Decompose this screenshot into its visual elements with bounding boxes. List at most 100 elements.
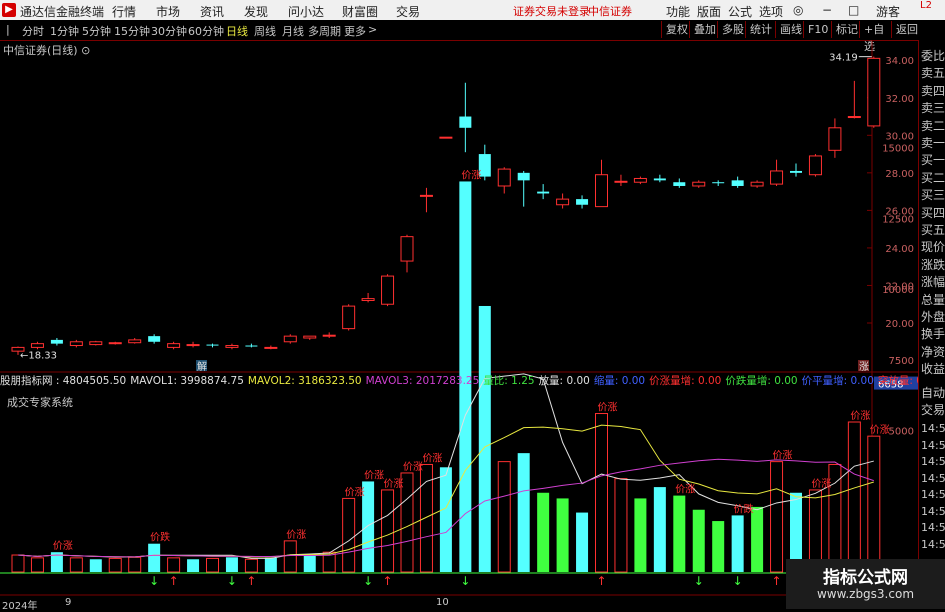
btn-tongji[interactable]: 统计 — [745, 21, 776, 38]
quote-field-label[interactable]: 买四 — [921, 205, 945, 222]
period-more[interactable]: 更多 — [344, 23, 366, 39]
menu-wenxiaoda[interactable]: 问小达 — [288, 3, 324, 20]
candle-body — [148, 336, 161, 342]
quote-field-label[interactable]: 总量 — [921, 292, 945, 309]
menu-zixun[interactable]: 资讯 — [200, 3, 224, 20]
menu-hangqing[interactable]: 行情 — [112, 3, 136, 20]
menu-gongshi[interactable]: 公式 — [728, 3, 752, 20]
volume-bar — [751, 506, 764, 572]
btn-huaxian[interactable]: 画线 — [775, 21, 806, 38]
quote-field-label[interactable]: 买三 — [921, 187, 945, 204]
period-fenshi[interactable]: 分时 — [22, 23, 44, 39]
menu-caifuquan[interactable]: 财富圈 — [342, 3, 378, 20]
quote-field-label[interactable]: 收益 — [921, 361, 945, 378]
period-icon[interactable]: | — [6, 23, 10, 36]
btn-diejia[interactable]: 叠加 — [689, 21, 720, 38]
trade-tab-label[interactable]: 自动 — [921, 385, 945, 402]
period-week[interactable]: 周线 — [254, 23, 276, 39]
period-30min[interactable]: 30分钟 — [151, 23, 187, 39]
quote-field-label[interactable]: 买二 — [921, 170, 945, 187]
quote-field-label[interactable]: 卖五 — [921, 65, 945, 82]
menu-shichang[interactable]: 市场 — [156, 3, 180, 20]
indicator-value: 价涨量增: 0.00 — [649, 375, 722, 387]
candle-body — [653, 178, 666, 181]
candle-body — [108, 342, 122, 345]
period-60min[interactable]: 60分钟 — [188, 23, 224, 39]
kline-chart[interactable]: 34.0032.0030.0028.0026.0024.0022.0020.00… — [0, 40, 918, 605]
low-price-label: ←18.33 — [20, 350, 57, 361]
chevron-right-icon[interactable]: > — [368, 23, 377, 36]
menu-jiaoyi[interactable]: 交易 — [396, 3, 420, 20]
quote-field-label[interactable]: 外盘 — [921, 309, 945, 326]
title-bar: ▶ 通达信金融终端 行情 市场 资讯 发现 问小达 财富圈 交易 证券交易未登录… — [0, 0, 945, 20]
maximize-icon[interactable]: □ — [848, 3, 859, 17]
dropdown-icon[interactable]: ⊙ — [81, 44, 90, 57]
period-multi[interactable]: 多周期 — [308, 23, 341, 39]
volume-bar — [187, 559, 200, 572]
candle-body — [264, 346, 278, 349]
btn-duogu[interactable]: 多股 — [717, 21, 748, 38]
quote-field-label[interactable]: 买五 — [921, 222, 945, 239]
btn-f10[interactable]: F10 — [803, 21, 832, 38]
quote-field-label[interactable]: 卖一 — [921, 135, 945, 152]
menu-banmian[interactable]: 版面 — [697, 3, 721, 20]
indicator-value: 缩量: 0.00 — [593, 375, 646, 387]
quote-field-label[interactable]: 卖二 — [921, 118, 945, 135]
jie-marker: 解 — [197, 360, 207, 373]
btn-fuquan[interactable]: 复权 — [661, 21, 692, 38]
volume-bar — [537, 492, 550, 572]
candle-body — [419, 194, 433, 197]
month-label-9: 9 — [65, 597, 72, 608]
period-day[interactable]: 日线 — [226, 23, 248, 39]
period-month[interactable]: 月线 — [282, 23, 304, 39]
candle-body — [400, 236, 414, 262]
down-arrow-icon: ↓ — [733, 574, 743, 588]
candle-body — [750, 181, 764, 187]
login-status[interactable]: 证券交易未登录 — [513, 3, 590, 19]
volume-axis-label: 12500 — [882, 214, 914, 225]
quote-field-label[interactable]: 委比 — [921, 48, 945, 65]
candle-body — [69, 341, 83, 347]
menu-faxian[interactable]: 发现 — [244, 3, 268, 20]
guest-button[interactable]: 游客 — [876, 3, 916, 20]
candle-body — [439, 136, 453, 139]
tick-time: 14:56 — [921, 422, 945, 435]
volume-axis-label: 7500 — [889, 356, 914, 367]
year-label: 2024年 — [2, 601, 38, 612]
quote-field-label[interactable]: 涨跌 — [921, 257, 945, 274]
quote-field-label[interactable]: 净资 — [921, 344, 945, 361]
quote-field-label[interactable]: 卖三 — [921, 100, 945, 117]
indicator-value: MAVOL3: 2017283.25 — [365, 375, 480, 387]
trade-tab-label[interactable]: 交易 — [921, 402, 945, 419]
quote-field-label[interactable]: 卖四 — [921, 83, 945, 100]
quote-field-label[interactable]: 买一 — [921, 152, 945, 169]
quote-field-label[interactable]: 现价 — [921, 239, 945, 256]
candle-body — [808, 155, 822, 176]
menu-xuanxiang[interactable]: 选项 — [759, 3, 783, 20]
quote-field-label[interactable]: 换手 — [921, 326, 945, 343]
price-volume-label: 价涨 — [773, 450, 793, 462]
volume-bar — [692, 509, 705, 572]
price-axis-label: 34.00 — [885, 56, 914, 67]
tick-time: 14:56 — [921, 471, 945, 485]
broker-name[interactable]: 中信证券 — [588, 3, 632, 19]
minimize-icon[interactable]: − — [822, 3, 832, 17]
quote-field-label[interactable]: 涨幅 — [921, 274, 945, 291]
volume-bar — [244, 558, 258, 573]
menu-gongneng[interactable]: 功能 — [666, 3, 690, 20]
btn-add-watchlist[interactable]: +自选 — [859, 21, 894, 53]
volume-bar — [128, 556, 142, 573]
period-5min[interactable]: 5分钟 — [82, 23, 111, 39]
chart-title: 中信证券(日线) ⊙ — [3, 44, 91, 57]
candle-body — [692, 181, 706, 187]
indicator-value: 价平量增: 0.00 — [801, 375, 874, 387]
quote-panel: 委比 卖五 卖四 卖三 卖二 卖一 买一 买二 买三 买四 买五 现价 涨跌 涨幅 总量 外盘 换手 净资 收益自动… — [918, 40, 945, 609]
period-15min[interactable]: 15分钟 — [114, 23, 150, 39]
btn-biaoji[interactable]: 标记 — [831, 21, 862, 38]
tick-time: 14:56 — [921, 488, 945, 501]
candle-body — [673, 182, 686, 186]
btn-back[interactable]: 返回 — [891, 21, 922, 38]
price-volume-label: 价涨 — [384, 478, 404, 490]
settings-icon[interactable]: ◎ — [793, 3, 803, 17]
period-1min[interactable]: 1分钟 — [50, 23, 79, 39]
